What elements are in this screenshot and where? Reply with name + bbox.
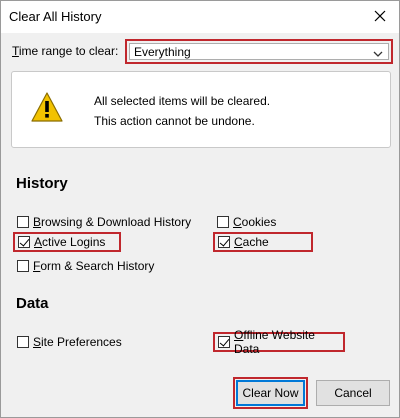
title-bar: Clear All History	[1, 1, 399, 33]
warning-message: All selected items will be cleared.	[94, 94, 271, 108]
time-range-highlight: Everything	[125, 39, 393, 64]
checkbox-label: Cache	[234, 235, 269, 249]
time-range-label: Time range to clear:	[12, 44, 119, 58]
checkbox-browsing-download-history[interactable]: Browsing & Download History	[17, 214, 191, 230]
checkbox-label: Cookies	[233, 215, 277, 229]
checkbox-box[interactable]	[218, 336, 230, 348]
clear-now-button[interactable]: Clear Now	[236, 380, 305, 406]
checkbox-label: Browsing & Download History	[33, 215, 192, 229]
checkbox-box[interactable]	[217, 216, 229, 228]
chevron-down-icon	[373, 51, 383, 57]
cancel-button[interactable]: Cancel	[316, 380, 390, 406]
checkbox-active-logins[interactable]: Active Logins	[13, 232, 121, 252]
checkbox-form-search-history[interactable]: Form & Search History	[17, 258, 154, 274]
clear-now-highlight: Clear Now	[233, 377, 308, 409]
dialog-title: Clear All History	[9, 9, 102, 24]
close-icon	[374, 10, 386, 22]
clear-history-dialog: Clear All History Time range to clear: E…	[0, 0, 400, 418]
checkbox-cache[interactable]: Cache	[213, 232, 313, 252]
warning-panel: All selected items will be cleared. This…	[11, 71, 391, 148]
checkbox-label: Form & Search History	[33, 259, 155, 273]
checkbox-label: Active Logins	[34, 235, 106, 249]
checkbox-cookies[interactable]: Cookies	[217, 214, 276, 230]
warning-icon	[31, 92, 63, 122]
checkbox-box[interactable]	[17, 336, 29, 348]
checkbox-box[interactable]	[18, 236, 30, 248]
close-button[interactable]	[367, 5, 393, 27]
checkbox-label: Site Preferences	[33, 335, 122, 349]
time-range-select[interactable]: Everything	[129, 43, 389, 60]
checkbox-box[interactable]	[17, 260, 29, 272]
time-range-selected-value: Everything	[134, 44, 191, 59]
history-heading: History	[16, 175, 68, 192]
checkbox-box[interactable]	[218, 236, 230, 248]
warning-submessage: This action cannot be undone.	[94, 114, 255, 128]
checkbox-box[interactable]	[17, 216, 29, 228]
data-heading: Data	[16, 295, 49, 312]
checkbox-label: Offline Website Data	[234, 328, 315, 356]
checkbox-site-preferences[interactable]: Site Preferences	[17, 334, 122, 350]
checkbox-offline-website-data[interactable]: Offline Website Data	[213, 328, 345, 356]
